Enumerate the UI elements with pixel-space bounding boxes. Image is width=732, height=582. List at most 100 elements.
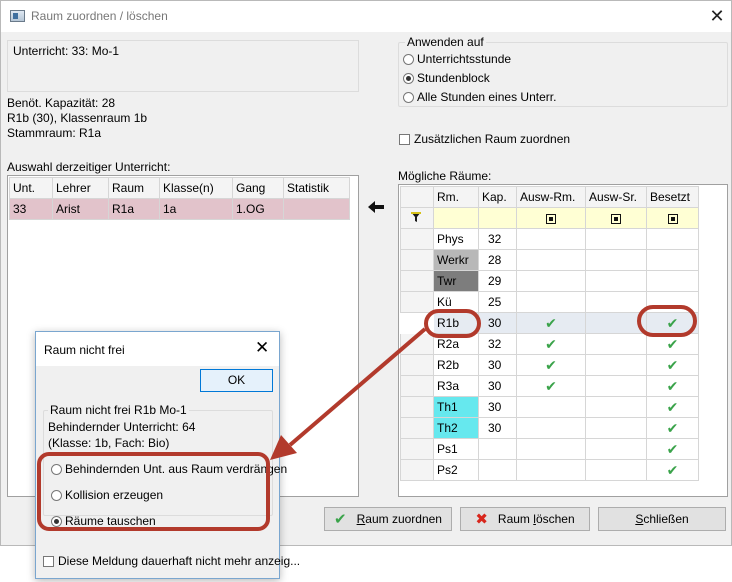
rooms-col-header-0[interactable]: Rm.: [433, 186, 479, 208]
filter-checkbox-ausw-rm[interactable]: [546, 214, 556, 225]
room-ausw-sr-cell: [585, 228, 647, 250]
anwenden-legend: Anwenden auf: [405, 35, 486, 49]
auswahl-cell: 1.OG: [232, 198, 284, 220]
room-row-indicator: [400, 228, 434, 250]
anwenden-radio-2[interactable]: [403, 92, 414, 103]
room-kap-cell: [478, 459, 517, 481]
room-ausw-sr-cell: [585, 333, 647, 355]
check-icon: ✔: [516, 354, 586, 376]
room-ausw-sr-cell: [585, 459, 647, 481]
popup-ok-button[interactable]: OK: [200, 369, 273, 392]
room-row-indicator: [400, 375, 434, 397]
auswahl-grid: Unt. Lehrer Raum Klasse(n) Gang Statistik 33 A…: [9, 177, 350, 220]
rooms-col-header-2[interactable]: Ausw-Rm.: [516, 186, 586, 208]
raum-label: R1b (30), Klassenraum 1b: [7, 111, 148, 125]
room-ausw-rm-cell: [516, 459, 586, 481]
anwenden-option-label-1: Stundenblock: [417, 71, 490, 85]
check-icon: ✔: [516, 312, 586, 334]
popup-radio-0[interactable]: [51, 464, 62, 475]
popup-radio-2[interactable]: [51, 516, 62, 527]
room-row[interactable]: Th1 30 ✔: [400, 396, 699, 418]
room-row[interactable]: R3a 30 ✔ ✔: [400, 375, 699, 397]
room-row-indicator: [400, 438, 434, 460]
room-row[interactable]: R1b 30 ✔ ✔: [400, 312, 699, 334]
rooms-col-header-4[interactable]: Besetzt: [646, 186, 699, 208]
rooms-col-header-1[interactable]: Kap.: [478, 186, 517, 208]
room-row-indicator: [400, 249, 434, 271]
filter-checkbox-besetzt[interactable]: [667, 214, 678, 225]
klasse-fach-label: (Klasse: 1b, Fach: Bio): [48, 436, 170, 450]
room-row[interactable]: Phys 32: [400, 228, 699, 250]
close-icon[interactable]: ✕: [706, 5, 728, 27]
raum-loeschen-button[interactable]: ✖ Raum löschen: [460, 507, 590, 531]
room-kap-cell: 28: [478, 249, 517, 271]
room-name-cell: Ps2: [433, 459, 479, 481]
room-ausw-sr-cell: [585, 291, 647, 313]
rooms-grid: Rm. Kap. Ausw-Rm. Ausw-Sr. Besetzt Phys 32 Wer…: [400, 186, 699, 481]
room-row-indicator: [400, 354, 434, 376]
filter-icon[interactable]: [410, 211, 422, 223]
app-window-icon: [10, 10, 25, 22]
room-row-indicator: [400, 459, 434, 481]
auswahl-col-header-3[interactable]: Klasse(n): [159, 177, 233, 199]
room-row[interactable]: Twr 29: [400, 270, 699, 292]
auswahl-cell: 1a: [159, 198, 233, 220]
filter-checkbox-ausw-sr[interactable]: [611, 214, 621, 225]
filter-icon-cell: [400, 207, 434, 229]
anwenden-radio-0[interactable]: [403, 54, 414, 65]
room-ausw-rm-cell: [516, 417, 586, 439]
room-kap-cell: 30: [478, 312, 517, 334]
schliessen-button[interactable]: Schließen: [598, 507, 726, 531]
room-kap-cell: 32: [478, 333, 517, 355]
room-ausw-sr-cell: [585, 375, 647, 397]
popup-radio-1[interactable]: [51, 490, 62, 501]
raum-nicht-frei-dialog: Raum nicht frei ✕ OK Raum nicht frei R1b…: [35, 331, 300, 579]
room-row[interactable]: Th2 30 ✔: [400, 417, 699, 439]
room-name-cell: Th2: [433, 417, 479, 439]
room-row[interactable]: Kü 25: [400, 291, 699, 313]
room-besetzt-cell: [646, 228, 699, 250]
auswahl-label: Auswahl derzeitiger Unterricht:: [7, 160, 171, 174]
room-row[interactable]: Ps2 ✔: [400, 459, 699, 481]
room-row-indicator: [400, 417, 434, 439]
auswahl-col-header-1[interactable]: Lehrer: [52, 177, 109, 199]
room-row[interactable]: R2b 30 ✔ ✔: [400, 354, 699, 376]
room-kap-cell: 25: [478, 291, 517, 313]
unterricht-info-box: Unterricht: 33: Mo-1: [7, 40, 359, 92]
check-icon: ✔: [516, 375, 586, 397]
title-bar: Raum zuordnen / löschen ✕: [1, 1, 731, 32]
popup-close-icon[interactable]: ✕: [255, 338, 269, 358]
auswahl-col-header-4[interactable]: Gang: [232, 177, 284, 199]
popup-option-label-0: Behindernden Unt. aus Raum verdrängen: [65, 462, 288, 476]
room-kap-cell: 30: [478, 354, 517, 376]
raum-zuordnen-button[interactable]: ✔ Raum zuordnen: [324, 507, 452, 531]
room-kap-cell: 30: [478, 375, 517, 397]
check-icon: ✔: [646, 333, 699, 355]
room-ausw-sr-cell: [585, 417, 647, 439]
room-row-indicator: [400, 333, 434, 355]
check-icon: ✔: [646, 396, 699, 418]
room-ausw-sr-cell: [585, 312, 647, 334]
dont-show-checkbox[interactable]: [43, 556, 54, 567]
anwenden-radio-1[interactable]: [403, 73, 414, 84]
zusatz-checkbox[interactable]: [399, 134, 410, 145]
room-kap-cell: 30: [478, 417, 517, 439]
room-row[interactable]: Ps1 ✔: [400, 438, 699, 460]
check-icon: ✔: [646, 375, 699, 397]
arrow-left-icon: [368, 201, 384, 213]
rooms-col-header-3[interactable]: Ausw-Sr.: [585, 186, 647, 208]
stammraum-label: Stammraum: R1a: [7, 126, 102, 140]
room-name-cell: Th1: [433, 396, 479, 418]
popup-legend: Raum nicht frei R1b Mo-1: [48, 403, 189, 417]
auswahl-col-header-0[interactable]: Unt.: [9, 177, 53, 199]
auswahl-row[interactable]: 33 Arist R1a 1a 1.OG: [9, 198, 350, 220]
auswahl-col-header-5[interactable]: Statistik: [283, 177, 350, 199]
unterricht-label: Unterricht: 33: Mo-1: [13, 44, 120, 58]
room-row[interactable]: Werkr 28: [400, 249, 699, 271]
popup-title-bar: Raum nicht frei ✕: [36, 332, 279, 366]
room-kap-cell: 32: [478, 228, 517, 250]
room-row[interactable]: R2a 32 ✔ ✔: [400, 333, 699, 355]
rooms-corner: [400, 186, 434, 208]
room-kap-cell: 30: [478, 396, 517, 418]
auswahl-col-header-2[interactable]: Raum: [108, 177, 160, 199]
